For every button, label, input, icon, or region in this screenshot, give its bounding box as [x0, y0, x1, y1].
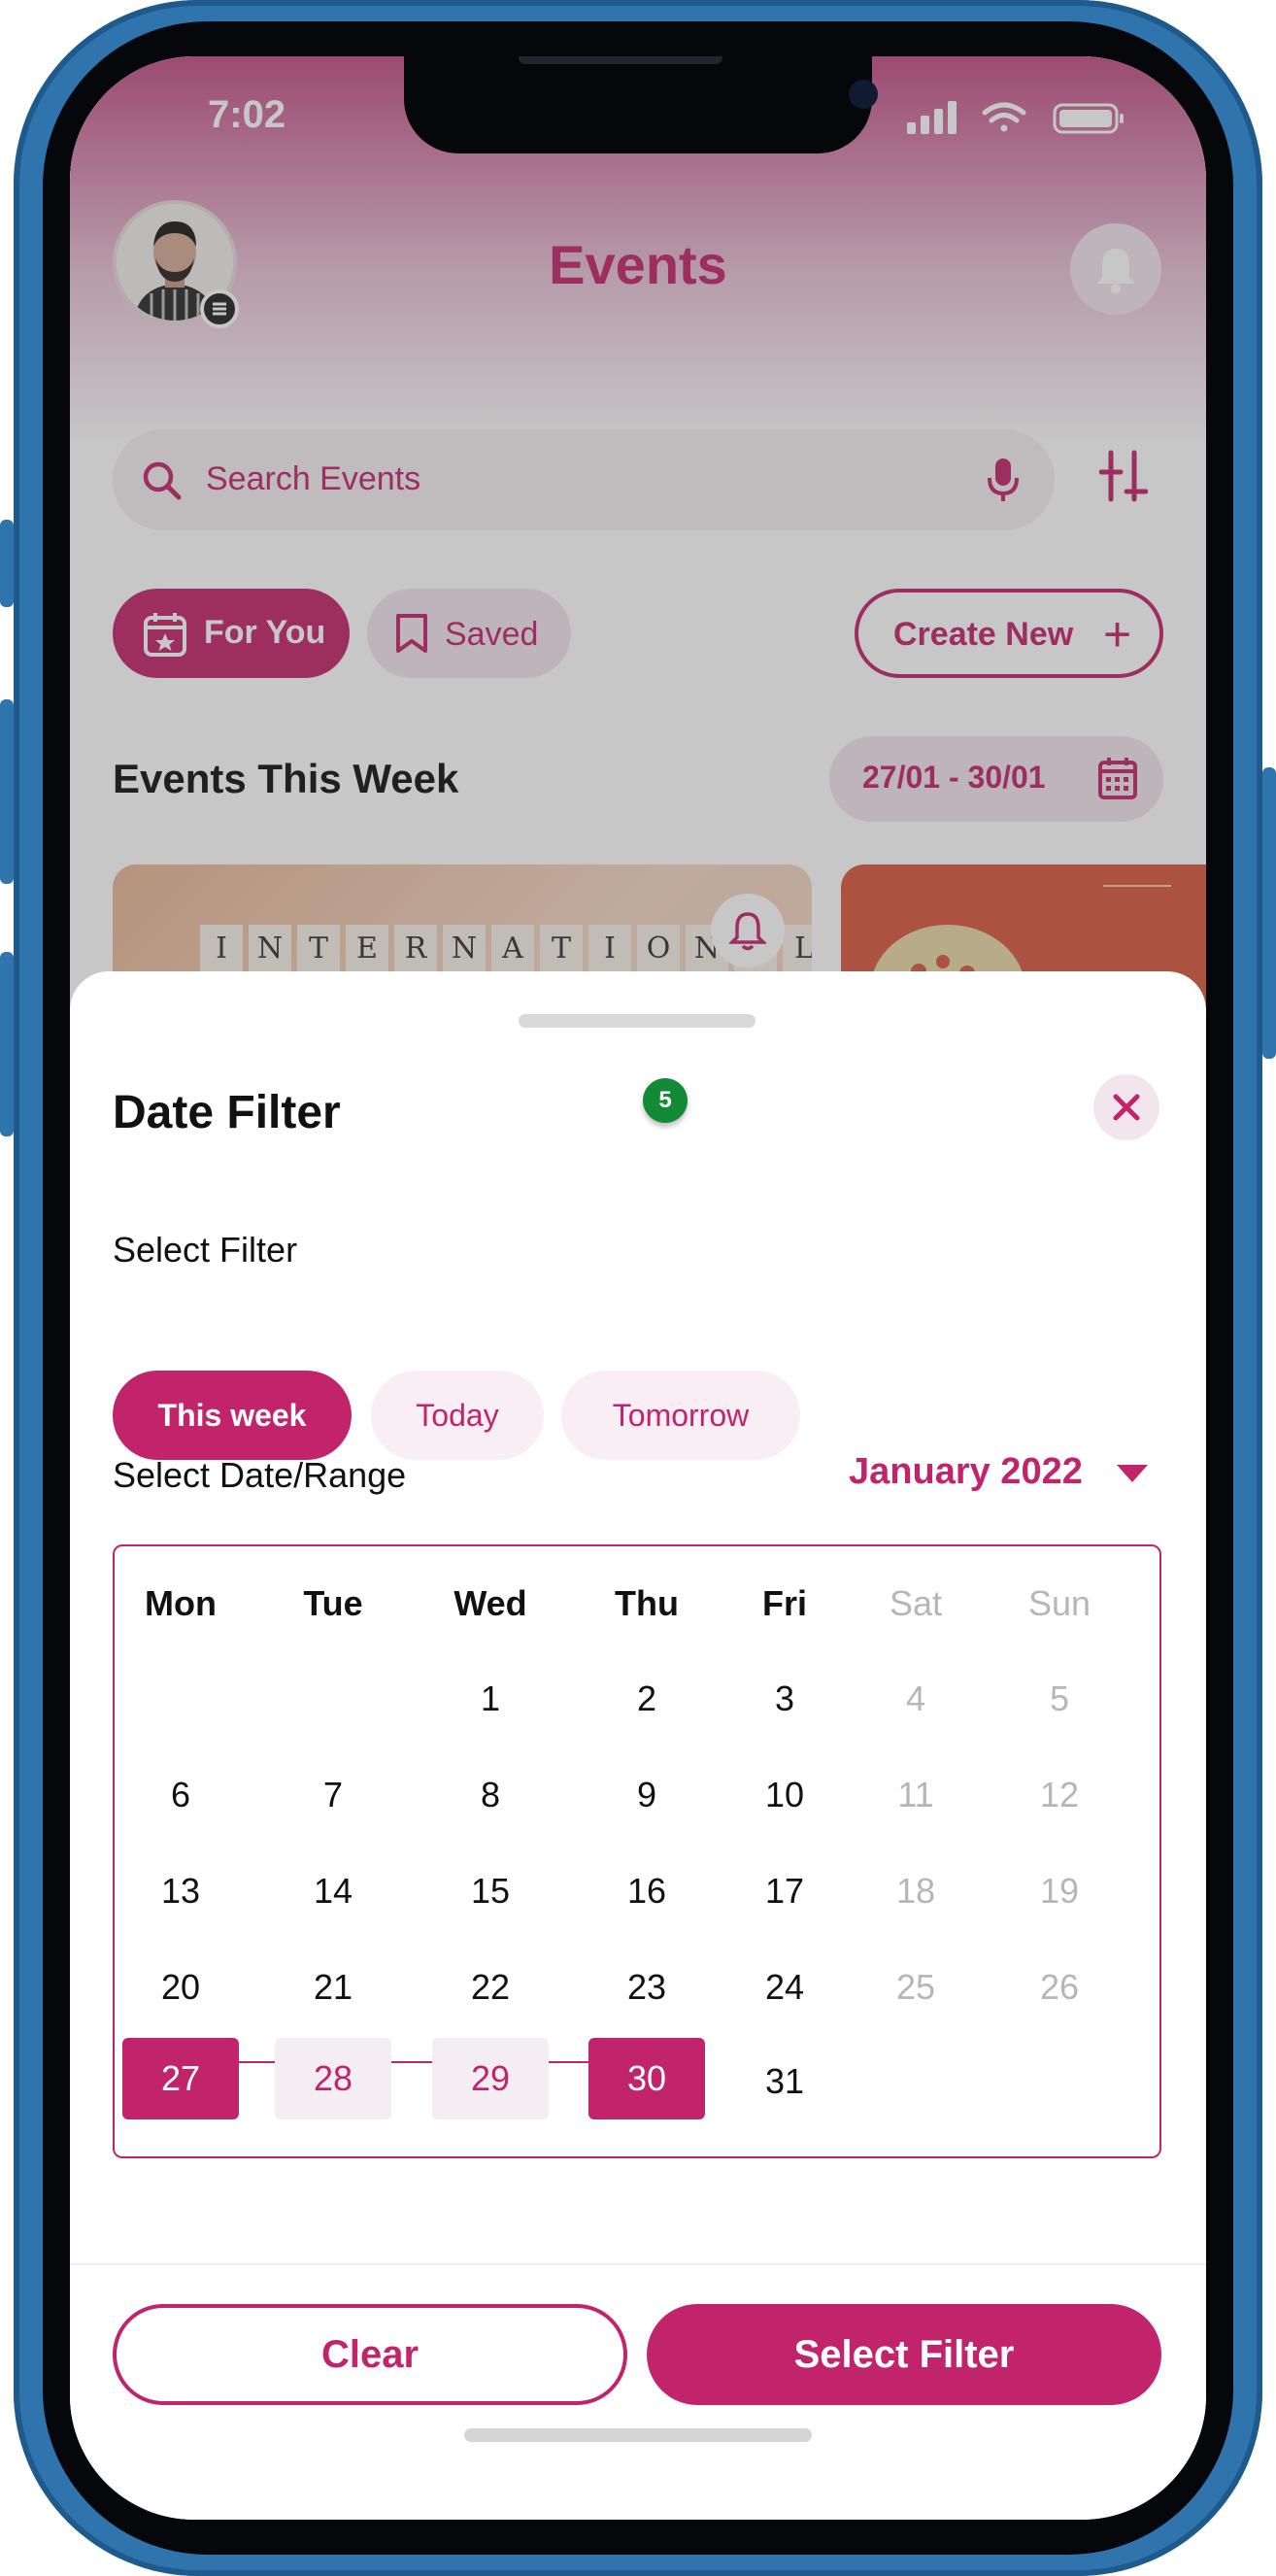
calendar-day[interactable]: 11	[857, 1775, 974, 1815]
phone-side-button	[0, 520, 14, 607]
calendar-day[interactable]: 24	[726, 1967, 843, 2008]
calendar-day[interactable]: 2	[588, 1678, 705, 1719]
home-indicator	[464, 2428, 812, 2442]
notch-speaker	[519, 56, 722, 64]
calendar-day[interactable]: 16	[588, 1871, 705, 1912]
phone-screen: 7:02 Events Search Events For You Saved …	[70, 56, 1206, 2520]
calendar-day[interactable]: 3	[726, 1678, 843, 1719]
range-connector	[549, 2061, 588, 2063]
chip-today[interactable]: Today	[371, 1371, 544, 1460]
calendar-day[interactable]: 10	[726, 1775, 843, 1815]
calendar-day[interactable]: 29	[432, 2038, 549, 2119]
range-connector	[239, 2061, 275, 2063]
select-filter-label: Select Filter	[113, 1230, 298, 1270]
phone-power-button	[1262, 767, 1276, 1059]
close-icon	[1113, 1094, 1140, 1121]
calendar-day[interactable]: 25	[857, 1967, 974, 2008]
divider	[70, 2263, 1206, 2265]
calendar-day[interactable]: 15	[432, 1871, 549, 1912]
calendar-day[interactable]: 19	[1001, 1871, 1118, 1912]
chip-tomorrow[interactable]: Tomorrow	[561, 1371, 800, 1460]
date-filter-sheet: Date Filter 5 Select Filter This week To…	[70, 971, 1206, 2520]
weekday-header: Thu	[615, 1583, 679, 1623]
calendar-day[interactable]: 5	[1001, 1678, 1118, 1719]
sheet-grabber[interactable]	[519, 1014, 756, 1028]
calendar-day[interactable]: 21	[275, 1967, 391, 2008]
calendar-grid: Mon Tue Wed Thu Fri Sat Sun 1 2 3 4 5 6 7 8 9 10 11 12 13 14…	[113, 1544, 1161, 2158]
caret-down-icon[interactable]	[1117, 1465, 1148, 1482]
calendar-day[interactable]: 8	[432, 1775, 549, 1815]
chip-this-week[interactable]: This week	[113, 1371, 352, 1460]
select-filter-button[interactable]: Select Filter	[647, 2304, 1161, 2405]
weekday-header: Tue	[303, 1583, 363, 1623]
calendar-day[interactable]: 17	[726, 1871, 843, 1912]
range-connector	[391, 2061, 432, 2063]
clear-button[interactable]: Clear	[113, 2304, 627, 2405]
notch	[404, 56, 878, 153]
weekday-header: Mon	[145, 1583, 217, 1623]
calendar-day[interactable]: 22	[432, 1967, 549, 2008]
count-badge: 5	[643, 1078, 688, 1123]
calendar-day[interactable]: 28	[275, 2038, 391, 2119]
calendar-day[interactable]: 27	[122, 2038, 239, 2119]
front-camera	[849, 80, 878, 109]
calendar-day[interactable]: 23	[588, 1967, 705, 2008]
calendar-day[interactable]: 6	[122, 1775, 239, 1815]
calendar-day[interactable]: 9	[588, 1775, 705, 1815]
weekday-header: Sun	[1027, 1583, 1091, 1623]
calendar-day[interactable]: 18	[857, 1871, 974, 1912]
calendar-day[interactable]: 13	[122, 1871, 239, 1912]
calendar-day[interactable]: 7	[275, 1775, 391, 1815]
calendar-day[interactable]: 26	[1001, 1967, 1118, 2008]
calendar-day[interactable]: 31	[726, 2061, 843, 2102]
phone-volume-up-button	[0, 699, 14, 884]
weekday-header: Wed	[453, 1583, 527, 1623]
calendar-day[interactable]: 12	[1001, 1775, 1118, 1815]
month-dropdown[interactable]: January 2022	[849, 1451, 1083, 1493]
calendar-day[interactable]: 30	[588, 2038, 705, 2119]
sheet-title: Date Filter	[113, 1087, 341, 1138]
weekday-header: Sat	[889, 1583, 943, 1623]
calendar-day[interactable]: 4	[857, 1678, 974, 1719]
weekday-header: Fri	[761, 1583, 807, 1623]
phone-volume-down-button	[0, 952, 14, 1136]
calendar-day[interactable]: 1	[432, 1678, 549, 1719]
close-button[interactable]	[1093, 1074, 1159, 1140]
select-range-label: Select Date/Range	[113, 1455, 407, 1495]
calendar-day[interactable]: 20	[122, 1967, 239, 2008]
calendar-day[interactable]: 14	[275, 1871, 391, 1912]
